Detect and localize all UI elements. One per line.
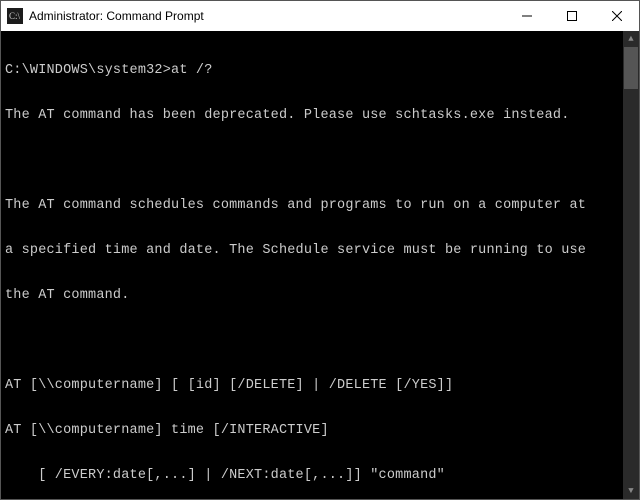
terminal-output[interactable]: C:\WINDOWS\system32>at /? The AT command… xyxy=(1,31,639,499)
desc-line: the AT command. xyxy=(5,288,635,303)
typed-command: at /? xyxy=(171,63,213,78)
close-button[interactable] xyxy=(594,1,639,31)
deprecation-line: The AT command has been deprecated. Plea… xyxy=(5,108,635,123)
window-title: Administrator: Command Prompt xyxy=(29,9,504,23)
titlebar[interactable]: C:\ Administrator: Command Prompt xyxy=(1,1,639,31)
scrollbar[interactable]: ▲ ▼ xyxy=(623,31,639,499)
scrollbar-thumb[interactable] xyxy=(624,47,638,89)
prompt: C:\WINDOWS\system32> xyxy=(5,63,171,78)
cmd-icon: C:\ xyxy=(7,8,23,24)
scroll-down-button[interactable]: ▼ xyxy=(623,483,639,499)
blank-line xyxy=(5,333,635,348)
minimize-button[interactable] xyxy=(504,1,549,31)
syntax-line: AT [\\computername] [ [id] [/DELETE] | /… xyxy=(5,378,635,393)
desc-line: The AT command schedules commands and pr… xyxy=(5,198,635,213)
syntax-line: [ /EVERY:date[,...] | /NEXT:date[,...]] … xyxy=(5,468,635,483)
syntax-line: AT [\\computername] time [/INTERACTIVE] xyxy=(5,423,635,438)
desc-line: a specified time and date. The Schedule … xyxy=(5,243,635,258)
maximize-button[interactable] xyxy=(549,1,594,31)
prompt-line: C:\WINDOWS\system32>at /? xyxy=(5,63,635,78)
blank-line xyxy=(5,153,635,168)
cmd-window: C:\ Administrator: Command Prompt C:\WIN… xyxy=(0,0,640,500)
svg-text:C:\: C:\ xyxy=(9,11,21,21)
scroll-up-button[interactable]: ▲ xyxy=(623,31,639,47)
